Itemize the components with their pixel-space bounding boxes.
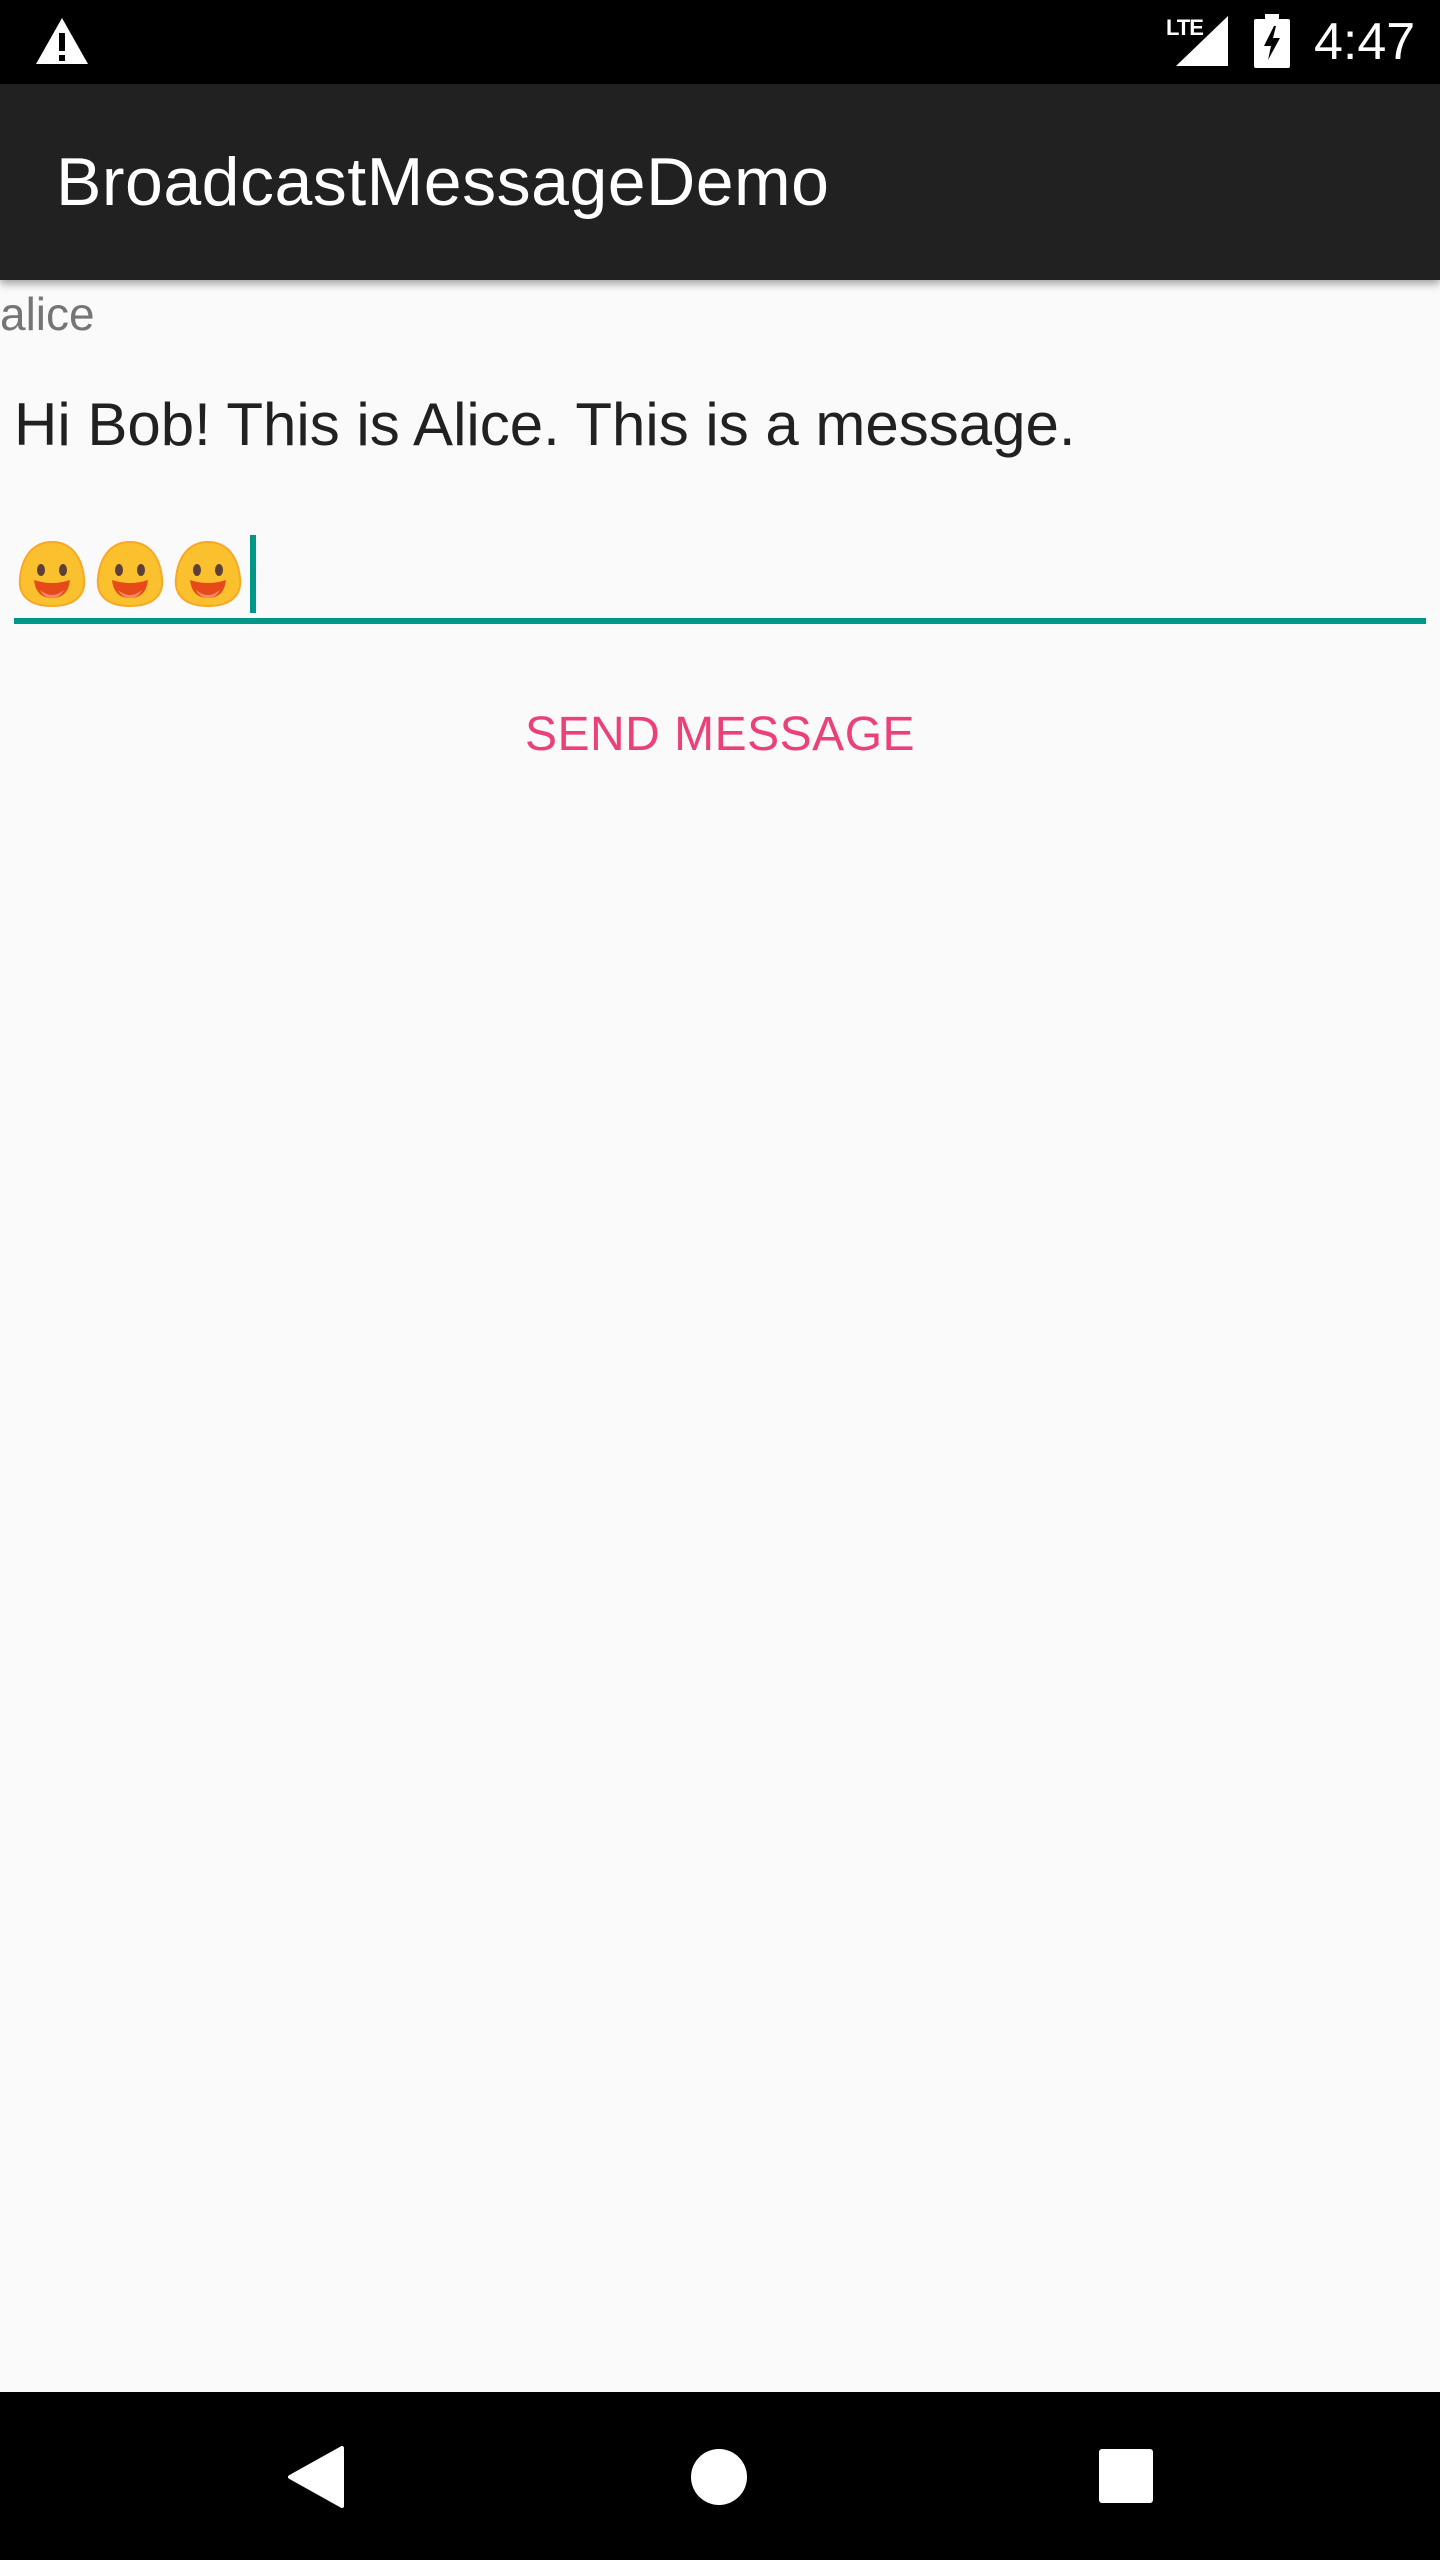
- status-bar: LTE 4:47: [0, 0, 1440, 84]
- message-input-value[interactable]: [14, 534, 256, 614]
- app-title: BroadcastMessageDemo: [56, 144, 830, 220]
- send-message-button[interactable]: SEND MESSAGE: [500, 690, 940, 780]
- home-icon[interactable]: [690, 2448, 748, 2506]
- status-clock: 4:47: [1314, 13, 1416, 71]
- recents-icon[interactable]: [1098, 2448, 1154, 2504]
- network-type-label: LTE: [1166, 15, 1204, 40]
- grinning-face-emoji-icon: [18, 540, 86, 608]
- warning-icon: [36, 18, 88, 64]
- username-label: alice: [0, 288, 95, 340]
- text-cursor: [250, 535, 256, 613]
- received-message-text: Hi Bob! This is Alice. This is a message…: [14, 391, 1076, 458]
- message-input-underline: [14, 618, 1426, 624]
- app-bar: BroadcastMessageDemo: [0, 84, 1440, 280]
- grinning-face-emoji-icon: [96, 540, 164, 608]
- back-icon[interactable]: [286, 2446, 344, 2508]
- screen: LTE 4:47 BroadcastMessageDemo alice Hi B…: [0, 0, 1440, 2560]
- navigation-bar: [0, 2392, 1440, 2560]
- battery-charging-icon: [1254, 14, 1290, 68]
- message-input[interactable]: [14, 528, 1426, 624]
- grinning-face-emoji-icon: [174, 540, 242, 608]
